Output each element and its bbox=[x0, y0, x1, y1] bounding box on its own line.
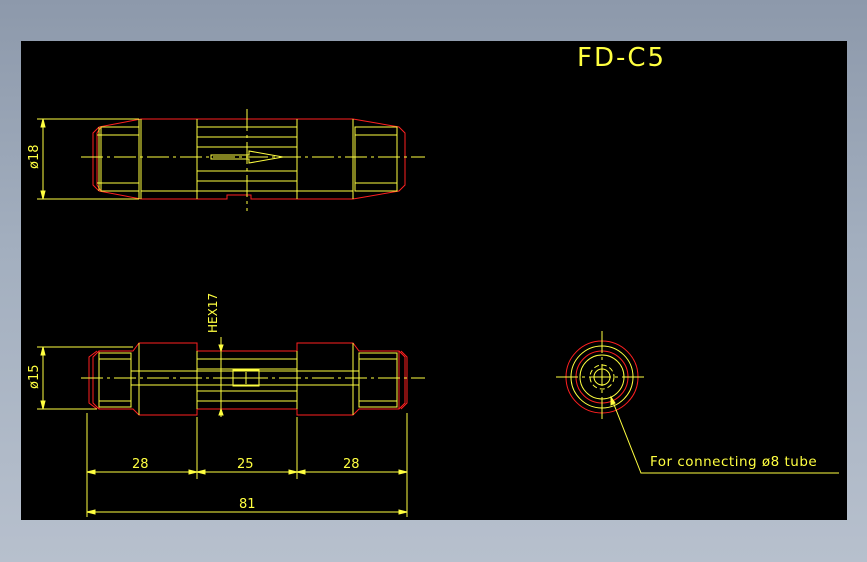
segment-mid-label: 25 bbox=[237, 457, 254, 472]
top-body-outline bbox=[98, 118, 406, 200]
overall-length-label: 81 bbox=[239, 497, 256, 512]
top-left-collet-detail bbox=[97, 127, 101, 191]
top-left-collet bbox=[92, 126, 102, 192]
segment-right-label: 28 bbox=[343, 457, 360, 472]
tube-annotation: For connecting ø8 tube bbox=[650, 454, 817, 470]
bottom-right-collet bbox=[398, 350, 408, 410]
bottom-diameter-label: ø15 bbox=[27, 365, 42, 390]
segment-left-label: 28 bbox=[132, 457, 149, 472]
cad-drawing-canvas: FD-C5 ø18 HEX17 ø15 28 25 28 81 For conn… bbox=[21, 41, 847, 520]
drawing-title: FD-C5 bbox=[577, 43, 666, 73]
top-view: ø18 bbox=[27, 109, 425, 211]
hex-dimension bbox=[218, 337, 224, 417]
top-diameter-dimension bbox=[37, 118, 139, 200]
end-view bbox=[556, 331, 839, 474]
cad-drawing: FD-C5 ø18 HEX17 ø15 28 25 28 81 For conn… bbox=[27, 43, 839, 517]
bottom-view: HEX17 ø15 28 25 28 81 bbox=[27, 293, 425, 517]
bottom-body-detail bbox=[98, 343, 398, 415]
bottom-left-collet bbox=[88, 350, 100, 410]
top-diameter-label: ø18 bbox=[27, 145, 42, 170]
bottom-body-outline bbox=[98, 342, 400, 416]
hex-label: HEX17 bbox=[206, 293, 220, 333]
